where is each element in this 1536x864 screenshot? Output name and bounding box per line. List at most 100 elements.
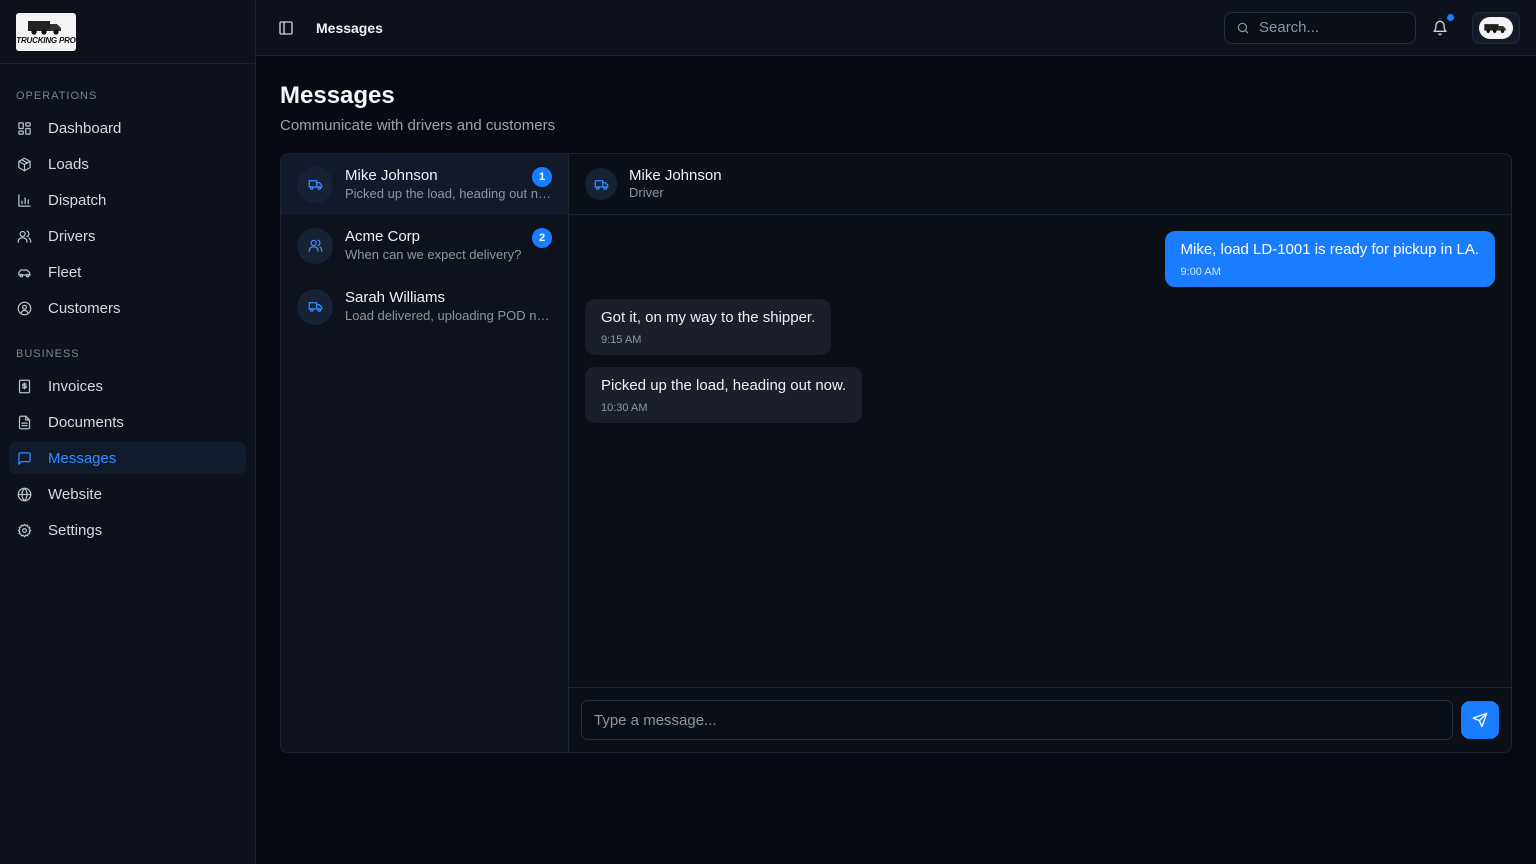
sidebar-item-label: Settings — [48, 521, 103, 539]
panel-left-icon — [279, 20, 293, 35]
chat-contact-role: Driver — [629, 185, 664, 200]
message-time: 9:15 AM — [601, 334, 642, 346]
sidebar-item-label: Documents — [48, 413, 124, 431]
conversation-preview: Picked up the load, heading out now. — [345, 186, 552, 201]
message-row: Got it, on my way to the shipper. 9:15 A… — [585, 299, 1495, 355]
sidebar: TRUCKING PRO OPERATIONS Dashboard Loads … — [0, 0, 256, 864]
truck-icon — [594, 179, 608, 190]
message-composer — [569, 687, 1511, 752]
gear-icon — [17, 523, 32, 537]
sidebar-item-label: Dispatch — [48, 191, 107, 209]
globe-icon — [17, 487, 32, 501]
conversation-text: Acme Corp When can we expect delivery? — [345, 228, 552, 263]
conversation-name: Mike Johnson — [345, 167, 438, 184]
bar-chart-icon — [18, 193, 31, 207]
trucking-pro-logo[interactable]: TRUCKING PRO — [16, 12, 76, 51]
search-icon — [1237, 22, 1249, 33]
send-button[interactable] — [1461, 701, 1499, 739]
sidebar-item-label: Drivers — [48, 227, 96, 245]
sidebar-item-website[interactable]: Website — [9, 478, 246, 510]
sidebar-item-settings[interactable]: Settings — [9, 514, 246, 546]
sidebar-toggle-button[interactable] — [278, 20, 294, 36]
message-bubble-incoming: Picked up the load, heading out now. 10:… — [585, 367, 863, 423]
user-circle-icon — [17, 301, 32, 315]
sidebar-item-invoices[interactable]: Invoices — [9, 370, 246, 402]
message-time: 9:00 AM — [1180, 266, 1221, 278]
car-icon — [18, 268, 31, 277]
truck-logo-icon — [1484, 23, 1506, 33]
sidebar-item-label: Dashboard — [48, 119, 122, 137]
document-icon — [18, 415, 31, 429]
notification-dot — [1447, 13, 1454, 21]
conversation-name: Acme Corp — [345, 228, 421, 245]
conversation-item-sarah-williams[interactable]: Sarah Williams Load delivered, uploading… — [281, 276, 568, 337]
sidebar-item-messages[interactable]: Messages — [9, 442, 246, 474]
notifications-button[interactable] — [1432, 13, 1454, 36]
section-label-business: BUSINESS — [16, 348, 80, 360]
unread-badge: 2 — [532, 228, 552, 248]
sidebar-item-dashboard[interactable]: Dashboard — [9, 112, 246, 144]
breadcrumb: Messages — [316, 19, 383, 36]
brand: TRUCKING PRO — [0, 0, 255, 64]
message-time: 10:30 AM — [601, 402, 648, 414]
users-icon — [17, 230, 32, 243]
sidebar-item-label: Customers — [48, 299, 121, 317]
sidebar-item-label: Fleet — [48, 263, 82, 281]
message-text: Picked up the load, heading out now. — [601, 377, 847, 394]
sidebar-item-label: Invoices — [48, 377, 104, 395]
conversation-avatar — [297, 166, 333, 203]
truck-logo-icon — [28, 21, 61, 35]
conversation-text: Mike Johnson Picked up the load, heading… — [345, 167, 552, 202]
conversation-item-acme-corp[interactable]: Acme Corp When can we expect delivery? 2 — [281, 215, 568, 276]
message-input[interactable] — [581, 700, 1453, 740]
send-icon — [1472, 712, 1488, 728]
sidebar-item-loads[interactable]: Loads — [9, 148, 246, 180]
package-icon — [18, 157, 31, 171]
truck-icon — [308, 180, 322, 190]
message-bubble-outgoing: Mike, load LD-1001 is ready for pickup i… — [1164, 231, 1495, 287]
message-bubble-incoming: Got it, on my way to the shipper. 9:15 A… — [585, 299, 832, 355]
page-title: Messages — [280, 82, 395, 109]
sidebar-item-label: Messages — [48, 449, 117, 467]
chat-pane: Mike Johnson Driver Mike, load LD-1001 i… — [569, 154, 1511, 752]
avatar-logo — [1479, 16, 1513, 39]
sidebar-item-drivers[interactable]: Drivers — [9, 220, 246, 252]
sidebar-item-customers[interactable]: Customers — [9, 292, 246, 324]
sidebar-item-fleet[interactable]: Fleet — [9, 256, 246, 288]
message-text: Got it, on my way to the shipper. — [601, 309, 816, 326]
message-text: Mike, load LD-1001 is ready for pickup i… — [1180, 241, 1479, 258]
message-thread: Mike, load LD-1001 is ready for pickup i… — [569, 215, 1511, 687]
chat-header: Mike Johnson Driver — [569, 154, 1511, 215]
messages-panel: Mike Johnson Picked up the load, heading… — [280, 153, 1512, 753]
main-area: Messages Search... Messages Communicate … — [256, 0, 1536, 864]
conversation-preview: When can we expect delivery? — [345, 247, 522, 262]
conversation-text: Sarah Williams Load delivered, uploading… — [345, 289, 552, 324]
message-icon — [18, 451, 31, 465]
dashboard-icon — [18, 121, 31, 135]
logo-text: TRUCKING PRO — [16, 36, 76, 45]
dollar-receipt-icon — [18, 379, 31, 393]
sidebar-item-label: Website — [48, 485, 102, 503]
search-input[interactable] — [1259, 19, 1409, 36]
conversation-item-mike-johnson[interactable]: Mike Johnson Picked up the load, heading… — [281, 154, 568, 215]
page-subtitle: Communicate with drivers and customers — [280, 117, 556, 134]
truck-icon — [308, 302, 322, 312]
page-content: Messages Communicate with drivers and cu… — [256, 56, 1536, 864]
chat-header-text: Mike Johnson Driver — [629, 167, 722, 201]
search-box[interactable] — [1224, 11, 1416, 44]
chat-contact-name: Mike Johnson — [629, 167, 722, 184]
sidebar-item-dispatch[interactable]: Dispatch — [9, 184, 246, 216]
message-row: Mike, load LD-1001 is ready for pickup i… — [585, 231, 1495, 287]
sidebar-item-documents[interactable]: Documents — [9, 406, 246, 438]
topbar: Messages — [256, 0, 1536, 56]
conversation-avatar — [297, 227, 333, 264]
avatar[interactable] — [1472, 11, 1520, 44]
section-label-operations: OPERATIONS — [16, 90, 98, 102]
bell-icon — [1433, 20, 1447, 35]
app: TRUCKING PRO OPERATIONS Dashboard Loads … — [0, 0, 1536, 864]
conversation-preview: Load delivered, uploading POD now. — [345, 308, 552, 323]
users-icon — [308, 239, 322, 252]
conversation-list: Mike Johnson Picked up the load, heading… — [281, 154, 569, 752]
conversation-avatar — [297, 288, 333, 325]
sidebar-item-label: Loads — [48, 155, 89, 173]
